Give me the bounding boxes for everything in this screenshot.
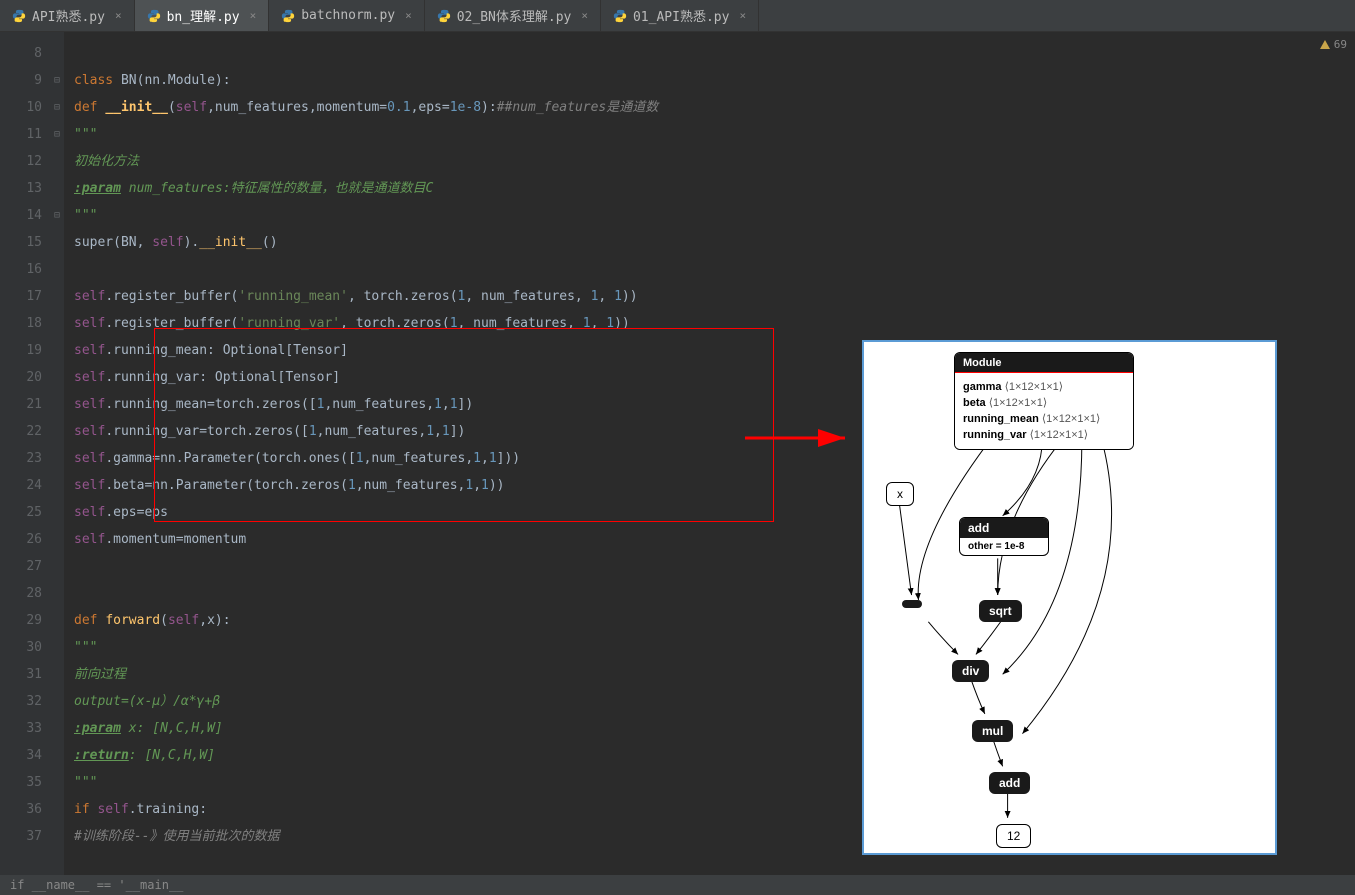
tab-02bn[interactable]: 02_BN体系理解.py ×	[425, 0, 601, 31]
python-icon	[12, 9, 26, 23]
tab-batchnorm[interactable]: batchnorm.py ×	[269, 0, 425, 31]
module-node: Module gamma ⟨1×12×1×1⟩ beta ⟨1×12×1×1⟩ …	[954, 352, 1134, 450]
tab-01api[interactable]: 01_API熟悉.py ×	[601, 0, 759, 31]
breadcrumb-bar: if __name__ == '__main__	[0, 875, 1355, 895]
python-icon	[613, 9, 627, 23]
python-icon	[437, 9, 451, 23]
line-gutter: 8910111213141516171819202122232425262728…	[0, 32, 50, 875]
close-icon[interactable]: ×	[115, 9, 122, 22]
python-icon	[147, 9, 161, 23]
close-icon[interactable]: ×	[250, 9, 257, 22]
node-add-eps: add other = 1e-8	[959, 517, 1049, 556]
tab-label: 01_API熟悉.py	[633, 6, 729, 25]
python-icon	[281, 9, 295, 23]
node-add2: add	[989, 772, 1030, 794]
tab-label: 02_BN体系理解.py	[457, 6, 572, 25]
tab-bn[interactable]: bn_理解.py ×	[135, 0, 270, 31]
close-icon[interactable]: ×	[405, 9, 412, 22]
fold-column: ⊟ ⊟ ⊟ ⊟	[50, 32, 64, 875]
node-sub	[902, 600, 922, 608]
close-icon[interactable]: ×	[581, 9, 588, 22]
node-mul: mul	[972, 720, 1013, 742]
editor-tabs: API熟悉.py × bn_理解.py × batchnorm.py × 02_…	[0, 0, 1355, 32]
node-x: x	[886, 482, 914, 506]
tab-label: batchnorm.py	[301, 8, 395, 23]
node-div: div	[952, 660, 989, 682]
node-out: 12	[996, 824, 1031, 848]
tab-label: API熟悉.py	[32, 6, 105, 25]
breadcrumb-text: if __name__ == '__main__	[10, 878, 183, 892]
node-sqrt: sqrt	[979, 600, 1022, 622]
tab-api[interactable]: API熟悉.py ×	[0, 0, 135, 31]
module-header: Module	[955, 353, 1133, 373]
tab-label: bn_理解.py	[167, 6, 240, 25]
close-icon[interactable]: ×	[739, 9, 746, 22]
graph-diagram: Module gamma ⟨1×12×1×1⟩ beta ⟨1×12×1×1⟩ …	[862, 340, 1277, 855]
